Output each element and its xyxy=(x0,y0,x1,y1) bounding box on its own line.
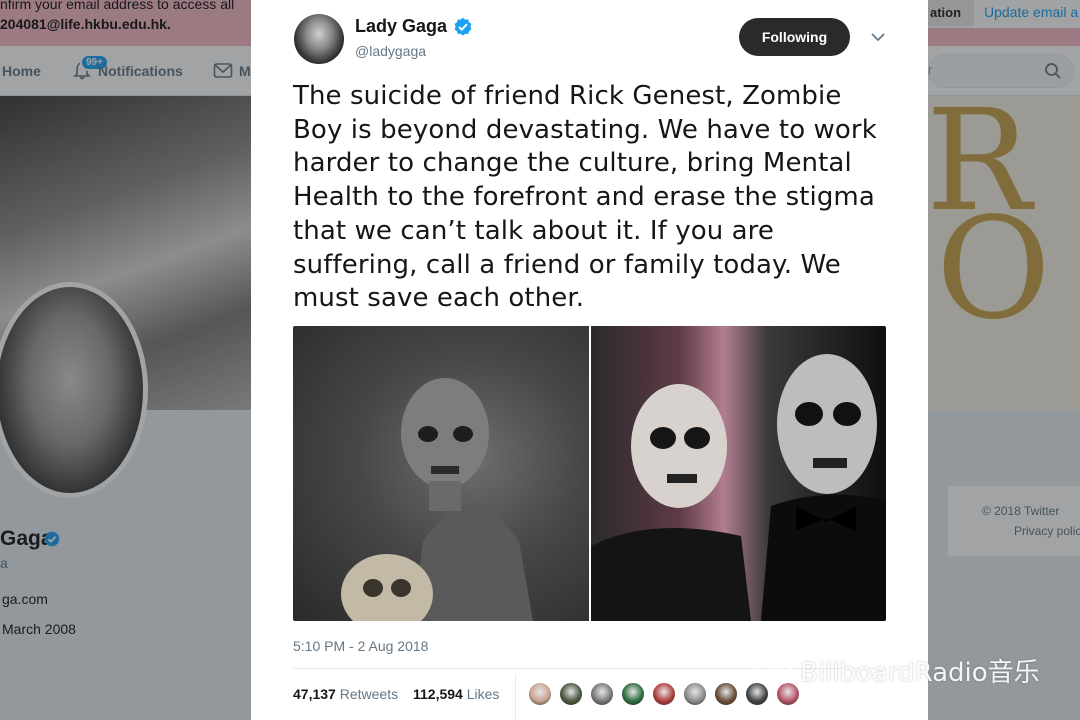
liker-avatar[interactable] xyxy=(620,681,646,707)
likes-stat[interactable]: 112,594 Likes xyxy=(413,686,499,702)
wechat-icon xyxy=(756,656,794,684)
likes-label: Likes xyxy=(466,686,500,702)
following-button[interactable]: Following xyxy=(739,18,850,56)
liker-avatar[interactable] xyxy=(527,681,553,707)
liker-avatar[interactable] xyxy=(558,681,584,707)
verified-icon xyxy=(454,17,472,36)
liker-avatar[interactable] xyxy=(651,681,677,707)
photo-portrait-illustration xyxy=(341,378,533,621)
liker-avatar[interactable] xyxy=(682,681,708,707)
watermark-text: BillboardRadio音乐 xyxy=(800,658,1040,688)
tweet-text: The suicide of friend Rick Genest, Zombi… xyxy=(293,81,877,314)
tweet-modal: Lady Gaga @ladygaga Following The suicid… xyxy=(251,0,928,720)
author-avatar[interactable] xyxy=(294,14,344,64)
retweets-label: Retweets xyxy=(339,686,399,702)
retweets-count: 47,137 xyxy=(293,686,336,702)
likes-count: 112,594 xyxy=(413,686,463,702)
author-name[interactable]: Lady Gaga xyxy=(355,16,447,37)
tweet-media[interactable] xyxy=(293,326,886,621)
stats-vertical-divider xyxy=(515,674,516,720)
tweet-timestamp[interactable]: 5:10 PM - 2 Aug 2018 xyxy=(293,638,428,654)
tweet-photo-1[interactable] xyxy=(293,326,589,621)
liker-avatar[interactable] xyxy=(713,681,739,707)
photo-duo-illustration xyxy=(590,354,886,621)
liker-avatar[interactable] xyxy=(589,681,615,707)
retweets-stat[interactable]: 47,137 Retweets xyxy=(293,686,398,702)
chevron-down-icon[interactable] xyxy=(870,29,886,45)
author-handle[interactable]: @ladygaga xyxy=(355,43,426,59)
tweet-photo-2[interactable] xyxy=(590,326,886,621)
